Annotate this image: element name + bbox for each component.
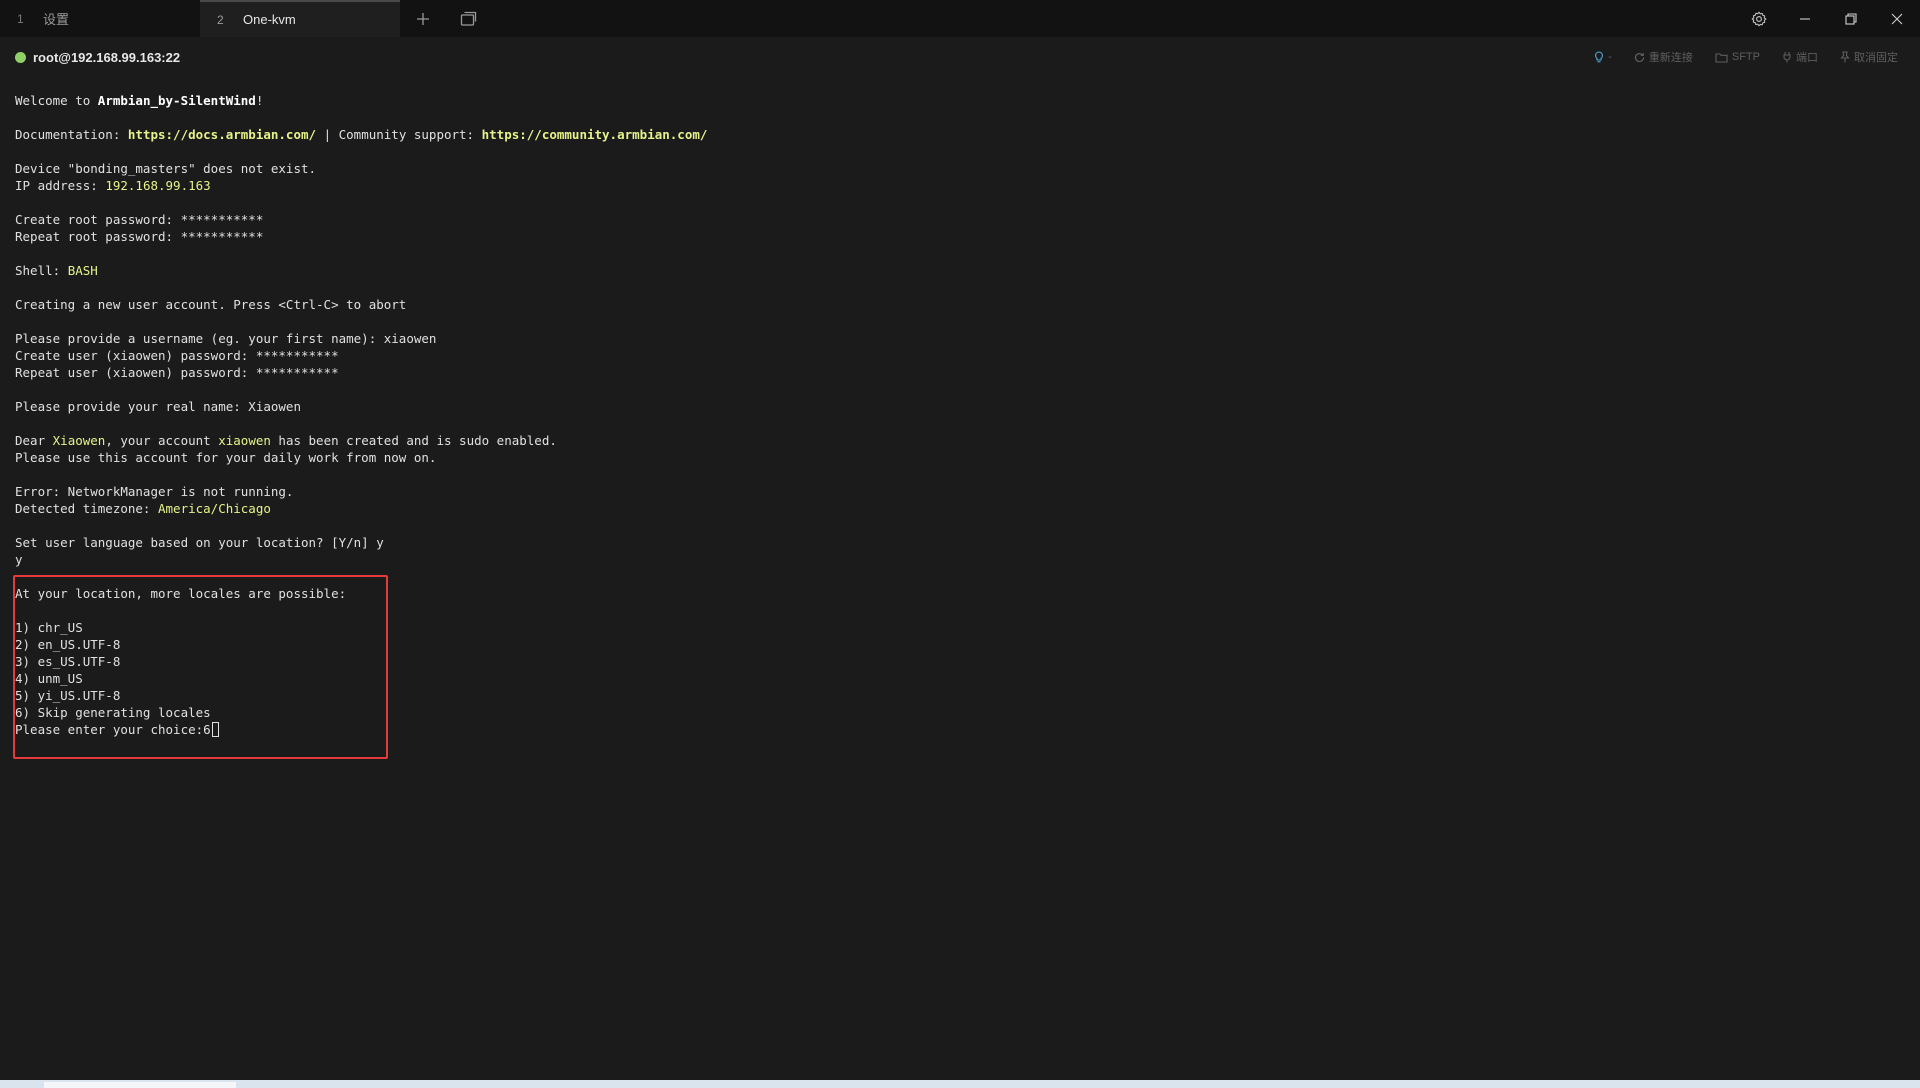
termius-window: 1 设置 2 One-kvm root@192.168.99.163:22 - … — [0, 0, 1920, 1088]
shell-value: BASH — [67, 263, 98, 278]
connection-status-dot — [15, 51, 26, 63]
tab-bar: 1 设置 2 One-kvm — [0, 0, 1920, 37]
tab-label: One-kvm — [243, 12, 296, 27]
sftp-label: SFTP — [1731, 51, 1760, 63]
restore-button[interactable] — [1828, 0, 1874, 37]
tab-index: 2 — [217, 12, 224, 27]
tab-one-kvm[interactable]: 2 One-kvm — [200, 0, 400, 37]
minimize-icon — [1800, 17, 1810, 20]
distro-name: Armbian_by-SilentWind — [97, 93, 256, 108]
tab-bar-drag-area[interactable] — [492, 0, 1736, 37]
terminal-cursor — [211, 722, 219, 737]
plus-icon — [417, 12, 429, 25]
locale-option: 2) en_US.UTF-8 — [15, 637, 121, 652]
tab-settings[interactable]: 1 设置 — [0, 0, 200, 37]
hint-button[interactable]: - — [1594, 51, 1612, 63]
terminal-line: Repeat root password: *********** — [15, 229, 264, 244]
real-name: Xiaowen — [52, 433, 106, 448]
new-tab-button[interactable] — [400, 0, 446, 37]
terminal-line: Create user (xiaowen) password: ********… — [15, 348, 339, 363]
terminal-line: Please provide your real name: Xiaowen — [15, 399, 301, 414]
port-button[interactable]: 端口 — [1782, 49, 1818, 65]
terminal-line: Creating a new user account. Press <Ctrl… — [15, 297, 407, 312]
terminal-line: Please use this account for your daily w… — [15, 450, 437, 465]
hint-label: - — [1608, 51, 1612, 63]
locale-option: 6) Skip generating locales — [15, 705, 211, 720]
account-name: xiaowen — [218, 433, 271, 448]
lightbulb-icon — [1595, 51, 1604, 63]
terminal-line: y — [15, 552, 23, 567]
locale-option: 4) unm_US — [15, 671, 83, 686]
locale-option: 1) chr_US — [15, 620, 83, 635]
minimize-button[interactable] — [1782, 0, 1828, 37]
ip-address: 192.168.99.163 — [105, 178, 211, 193]
locale-option: 5) yi_US.UTF-8 — [15, 688, 121, 703]
tab-index: 1 — [17, 11, 24, 26]
community-link: https://community.armbian.com/ — [481, 127, 708, 142]
terminal-line: Welcome to Armbian_by-SilentWind! — [15, 93, 264, 108]
pin-icon — [1840, 51, 1850, 63]
bottom-strip — [0, 1080, 1920, 1088]
gear-icon — [1751, 11, 1767, 26]
terminal-line: Detected timezone: America/Chicago — [15, 501, 271, 516]
unpin-button[interactable]: 取消固定 — [1840, 49, 1898, 65]
close-icon — [1891, 13, 1903, 24]
choice-prompt-line[interactable]: Please enter your choice:6 — [15, 721, 219, 738]
session-actions: - 重新连接 SFTP 端口 取消固定 — [1594, 37, 1898, 77]
reconnect-label: 重新连接 — [1648, 52, 1693, 64]
terminal-line: Shell: BASH — [15, 263, 98, 278]
unpin-label: 取消固定 — [1854, 52, 1898, 64]
terminal-output[interactable]: Welcome to Armbian_by-SilentWind! Docume… — [0, 77, 1920, 1080]
folder-icon — [1715, 52, 1728, 63]
locale-option: 3) es_US.UTF-8 — [15, 654, 121, 669]
terminal-line: Documentation: https://docs.armbian.com/… — [15, 127, 708, 142]
terminal-line: Create root password: *********** — [15, 212, 264, 227]
session-title: root@192.168.99.163:22 — [33, 49, 181, 65]
terminal-line: Please provide a username (eg. your firs… — [15, 331, 437, 346]
reconnect-button[interactable]: 重新连接 — [1634, 49, 1693, 65]
port-label: 端口 — [1796, 52, 1818, 64]
terminal-line: At your location, more locales are possi… — [15, 586, 347, 601]
tab-switcher-button[interactable] — [446, 0, 492, 37]
documentation-link: https://docs.armbian.com/ — [127, 127, 317, 142]
settings-button[interactable] — [1736, 0, 1782, 37]
terminal-line: Dear Xiaowen, your account xiaowen has b… — [15, 433, 557, 448]
bottom-strip-segment — [44, 1082, 236, 1088]
refresh-icon — [1634, 52, 1644, 62]
terminal-line: Error: NetworkManager is not running. — [15, 484, 294, 499]
timezone-value: America/Chicago — [158, 501, 271, 516]
terminal-line: IP address: 192.168.99.163 — [15, 178, 211, 193]
terminal-line: Repeat user (xiaowen) password: ********… — [15, 365, 339, 380]
plug-icon — [1783, 52, 1791, 63]
close-window-button[interactable] — [1874, 0, 1920, 37]
sftp-button[interactable]: SFTP — [1715, 51, 1760, 63]
terminal-line: Device "bonding_masters" does not exist. — [15, 161, 317, 176]
restore-icon — [1845, 12, 1857, 25]
terminal-line: Set user language based on your location… — [15, 535, 384, 550]
choice-prompt: Please enter your choice:6 — [15, 722, 211, 737]
session-header: root@192.168.99.163:22 - 重新连接 SFTP 端口 取消… — [0, 37, 1920, 77]
tab-label: 设置 — [43, 12, 70, 27]
windows-icon — [460, 11, 477, 26]
